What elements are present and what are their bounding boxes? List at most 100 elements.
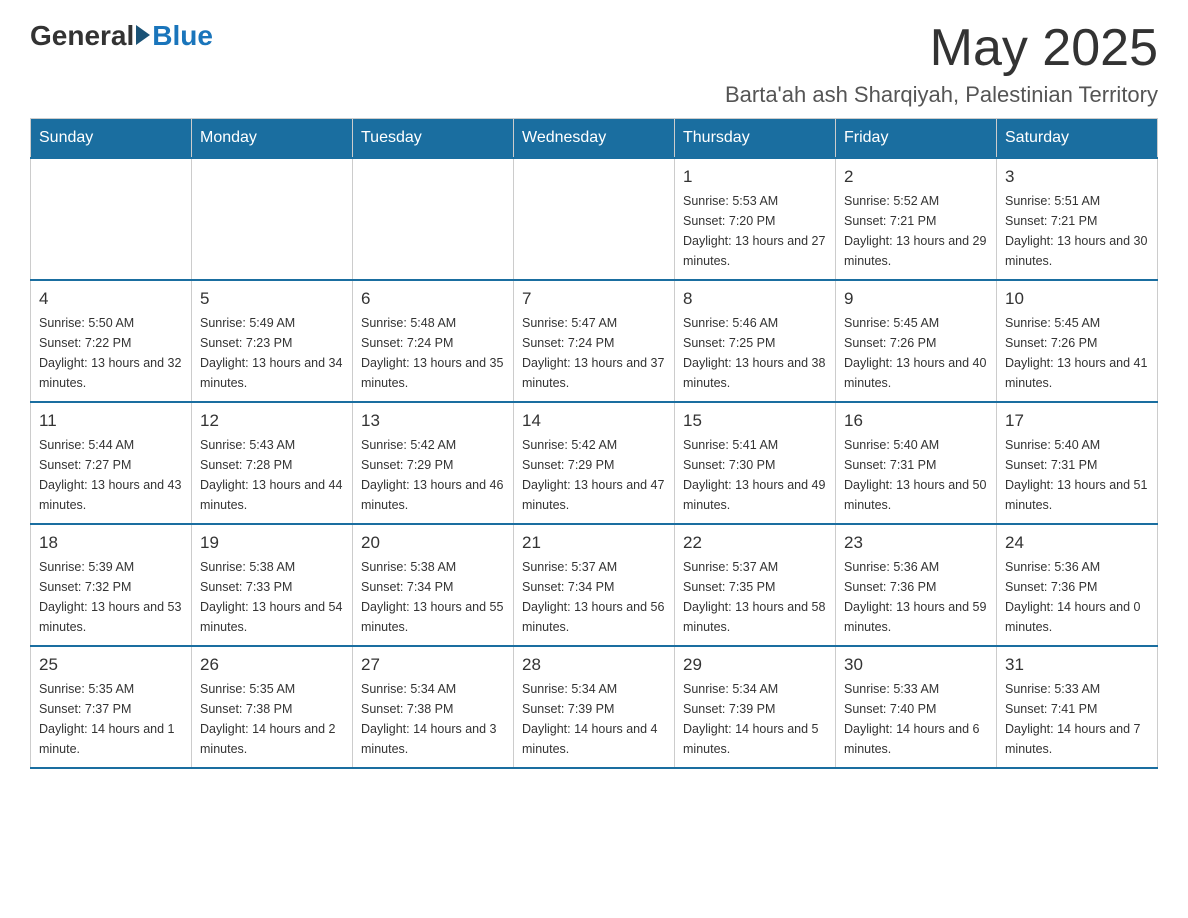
header-monday: Monday (192, 119, 353, 159)
calendar-cell: 10 Sunrise: 5:45 AM Sunset: 7:26 PM Dayli… (997, 280, 1158, 402)
day-number: 12 (200, 411, 344, 431)
calendar-cell: 30 Sunrise: 5:33 AM Sunset: 7:40 PM Dayli… (836, 646, 997, 768)
day-info: Sunrise: 5:46 AM Sunset: 7:25 PM Dayligh… (683, 313, 827, 393)
day-number: 15 (683, 411, 827, 431)
calendar-cell: 3Sunrise: 5:51 AM Sunset: 7:21 PM Daylig… (997, 158, 1158, 280)
calendar-cell: 5Sunrise: 5:49 AM Sunset: 7:23 PM Daylig… (192, 280, 353, 402)
day-number: 27 (361, 655, 505, 675)
page-header: General Blue May 2025 Barta'ah ash Sharq… (30, 20, 1158, 108)
calendar-cell: 17Sunrise: 5:40 AM Sunset: 7:31 PM Dayli… (997, 402, 1158, 524)
calendar-cell: 14 Sunrise: 5:42 AM Sunset: 7:29 PM Dayli… (514, 402, 675, 524)
calendar-cell (514, 158, 675, 280)
day-number: 21 (522, 533, 666, 553)
calendar-cell: 16 Sunrise: 5:40 AM Sunset: 7:31 PM Dayli… (836, 402, 997, 524)
day-number: 6 (361, 289, 505, 309)
day-info: Sunrise: 5:49 AM Sunset: 7:23 PM Dayligh… (200, 313, 344, 393)
day-number: 29 (683, 655, 827, 675)
calendar-header-row: Sunday Monday Tuesday Wednesday Thursday… (31, 119, 1158, 159)
calendar-cell: 29Sunrise: 5:34 AM Sunset: 7:39 PM Dayli… (675, 646, 836, 768)
day-number: 9 (844, 289, 988, 309)
calendar-cell: 19 Sunrise: 5:38 AM Sunset: 7:33 PM Dayli… (192, 524, 353, 646)
day-info: Sunrise: 5:45 AM Sunset: 7:26 PM Dayligh… (1005, 313, 1149, 393)
logo: General Blue (30, 20, 213, 52)
day-info: Sunrise: 5:42 AM Sunset: 7:29 PM Dayligh… (361, 435, 505, 515)
day-info: Sunrise: 5:43 AM Sunset: 7:28 PM Dayligh… (200, 435, 344, 515)
day-info: Sunrise: 5:34 AM Sunset: 7:39 PM Dayligh… (522, 679, 666, 759)
logo-blue-part: Blue (134, 20, 213, 52)
day-number: 30 (844, 655, 988, 675)
day-number: 28 (522, 655, 666, 675)
calendar-cell: 31 Sunrise: 5:33 AM Sunset: 7:41 PM Dayli… (997, 646, 1158, 768)
calendar-cell: 6 Sunrise: 5:48 AM Sunset: 7:24 PM Daylig… (353, 280, 514, 402)
day-number: 16 (844, 411, 988, 431)
calendar-week-1: 1 Sunrise: 5:53 AM Sunset: 7:20 PM Daylig… (31, 158, 1158, 280)
calendar-cell (192, 158, 353, 280)
calendar-cell: 22Sunrise: 5:37 AM Sunset: 7:35 PM Dayli… (675, 524, 836, 646)
calendar-cell: 26 Sunrise: 5:35 AM Sunset: 7:38 PM Dayli… (192, 646, 353, 768)
day-info: Sunrise: 5:50 AM Sunset: 7:22 PM Dayligh… (39, 313, 183, 393)
calendar-week-5: 25 Sunrise: 5:35 AM Sunset: 7:37 PM Dayli… (31, 646, 1158, 768)
day-number: 14 (522, 411, 666, 431)
day-number: 26 (200, 655, 344, 675)
day-number: 24 (1005, 533, 1149, 553)
day-info: Sunrise: 5:53 AM Sunset: 7:20 PM Dayligh… (683, 191, 827, 271)
day-number: 23 (844, 533, 988, 553)
day-number: 10 (1005, 289, 1149, 309)
day-info: Sunrise: 5:52 AM Sunset: 7:21 PM Dayligh… (844, 191, 988, 271)
calendar-cell: 11Sunrise: 5:44 AM Sunset: 7:27 PM Dayli… (31, 402, 192, 524)
day-info: Sunrise: 5:37 AM Sunset: 7:34 PM Dayligh… (522, 557, 666, 637)
logo-general-text: General (30, 20, 134, 52)
day-number: 2 (844, 167, 988, 187)
day-info: Sunrise: 5:38 AM Sunset: 7:34 PM Dayligh… (361, 557, 505, 637)
calendar-cell: 28 Sunrise: 5:34 AM Sunset: 7:39 PM Dayli… (514, 646, 675, 768)
calendar-cell (353, 158, 514, 280)
calendar-week-4: 18 Sunrise: 5:39 AM Sunset: 7:32 PM Dayli… (31, 524, 1158, 646)
day-info: Sunrise: 5:47 AM Sunset: 7:24 PM Dayligh… (522, 313, 666, 393)
day-info: Sunrise: 5:51 AM Sunset: 7:21 PM Dayligh… (1005, 191, 1149, 271)
calendar-cell: 4 Sunrise: 5:50 AM Sunset: 7:22 PM Daylig… (31, 280, 192, 402)
calendar-cell: 24Sunrise: 5:36 AM Sunset: 7:36 PM Dayli… (997, 524, 1158, 646)
day-number: 1 (683, 167, 827, 187)
day-info: Sunrise: 5:38 AM Sunset: 7:33 PM Dayligh… (200, 557, 344, 637)
calendar-cell: 1 Sunrise: 5:53 AM Sunset: 7:20 PM Daylig… (675, 158, 836, 280)
calendar-cell: 18 Sunrise: 5:39 AM Sunset: 7:32 PM Dayli… (31, 524, 192, 646)
day-number: 17 (1005, 411, 1149, 431)
day-number: 18 (39, 533, 183, 553)
calendar-cell: 21 Sunrise: 5:37 AM Sunset: 7:34 PM Dayli… (514, 524, 675, 646)
day-info: Sunrise: 5:35 AM Sunset: 7:38 PM Dayligh… (200, 679, 344, 759)
calendar-cell: 15Sunrise: 5:41 AM Sunset: 7:30 PM Dayli… (675, 402, 836, 524)
day-number: 31 (1005, 655, 1149, 675)
calendar-cell (31, 158, 192, 280)
day-info: Sunrise: 5:33 AM Sunset: 7:40 PM Dayligh… (844, 679, 988, 759)
calendar-cell: 27 Sunrise: 5:34 AM Sunset: 7:38 PM Dayli… (353, 646, 514, 768)
day-info: Sunrise: 5:34 AM Sunset: 7:38 PM Dayligh… (361, 679, 505, 759)
day-number: 4 (39, 289, 183, 309)
day-info: Sunrise: 5:36 AM Sunset: 7:36 PM Dayligh… (844, 557, 988, 637)
calendar-cell: 12 Sunrise: 5:43 AM Sunset: 7:28 PM Dayli… (192, 402, 353, 524)
calendar-table: Sunday Monday Tuesday Wednesday Thursday… (30, 118, 1158, 769)
calendar-week-2: 4 Sunrise: 5:50 AM Sunset: 7:22 PM Daylig… (31, 280, 1158, 402)
day-info: Sunrise: 5:37 AM Sunset: 7:35 PM Dayligh… (683, 557, 827, 637)
day-number: 11 (39, 411, 183, 431)
day-info: Sunrise: 5:42 AM Sunset: 7:29 PM Dayligh… (522, 435, 666, 515)
header-saturday: Saturday (997, 119, 1158, 159)
day-info: Sunrise: 5:45 AM Sunset: 7:26 PM Dayligh… (844, 313, 988, 393)
day-number: 8 (683, 289, 827, 309)
logo-arrow-icon (136, 25, 150, 45)
location-subtitle: Barta'ah ash Sharqiyah, Palestinian Terr… (725, 82, 1158, 108)
day-info: Sunrise: 5:33 AM Sunset: 7:41 PM Dayligh… (1005, 679, 1149, 759)
header-thursday: Thursday (675, 119, 836, 159)
header-friday: Friday (836, 119, 997, 159)
calendar-cell: 20Sunrise: 5:38 AM Sunset: 7:34 PM Dayli… (353, 524, 514, 646)
day-number: 19 (200, 533, 344, 553)
calendar-cell: 2 Sunrise: 5:52 AM Sunset: 7:21 PM Daylig… (836, 158, 997, 280)
day-info: Sunrise: 5:35 AM Sunset: 7:37 PM Dayligh… (39, 679, 183, 759)
calendar-cell: 7 Sunrise: 5:47 AM Sunset: 7:24 PM Daylig… (514, 280, 675, 402)
day-number: 7 (522, 289, 666, 309)
day-number: 25 (39, 655, 183, 675)
day-info: Sunrise: 5:40 AM Sunset: 7:31 PM Dayligh… (844, 435, 988, 515)
day-info: Sunrise: 5:39 AM Sunset: 7:32 PM Dayligh… (39, 557, 183, 637)
calendar-cell: 25 Sunrise: 5:35 AM Sunset: 7:37 PM Dayli… (31, 646, 192, 768)
day-info: Sunrise: 5:48 AM Sunset: 7:24 PM Dayligh… (361, 313, 505, 393)
day-number: 13 (361, 411, 505, 431)
